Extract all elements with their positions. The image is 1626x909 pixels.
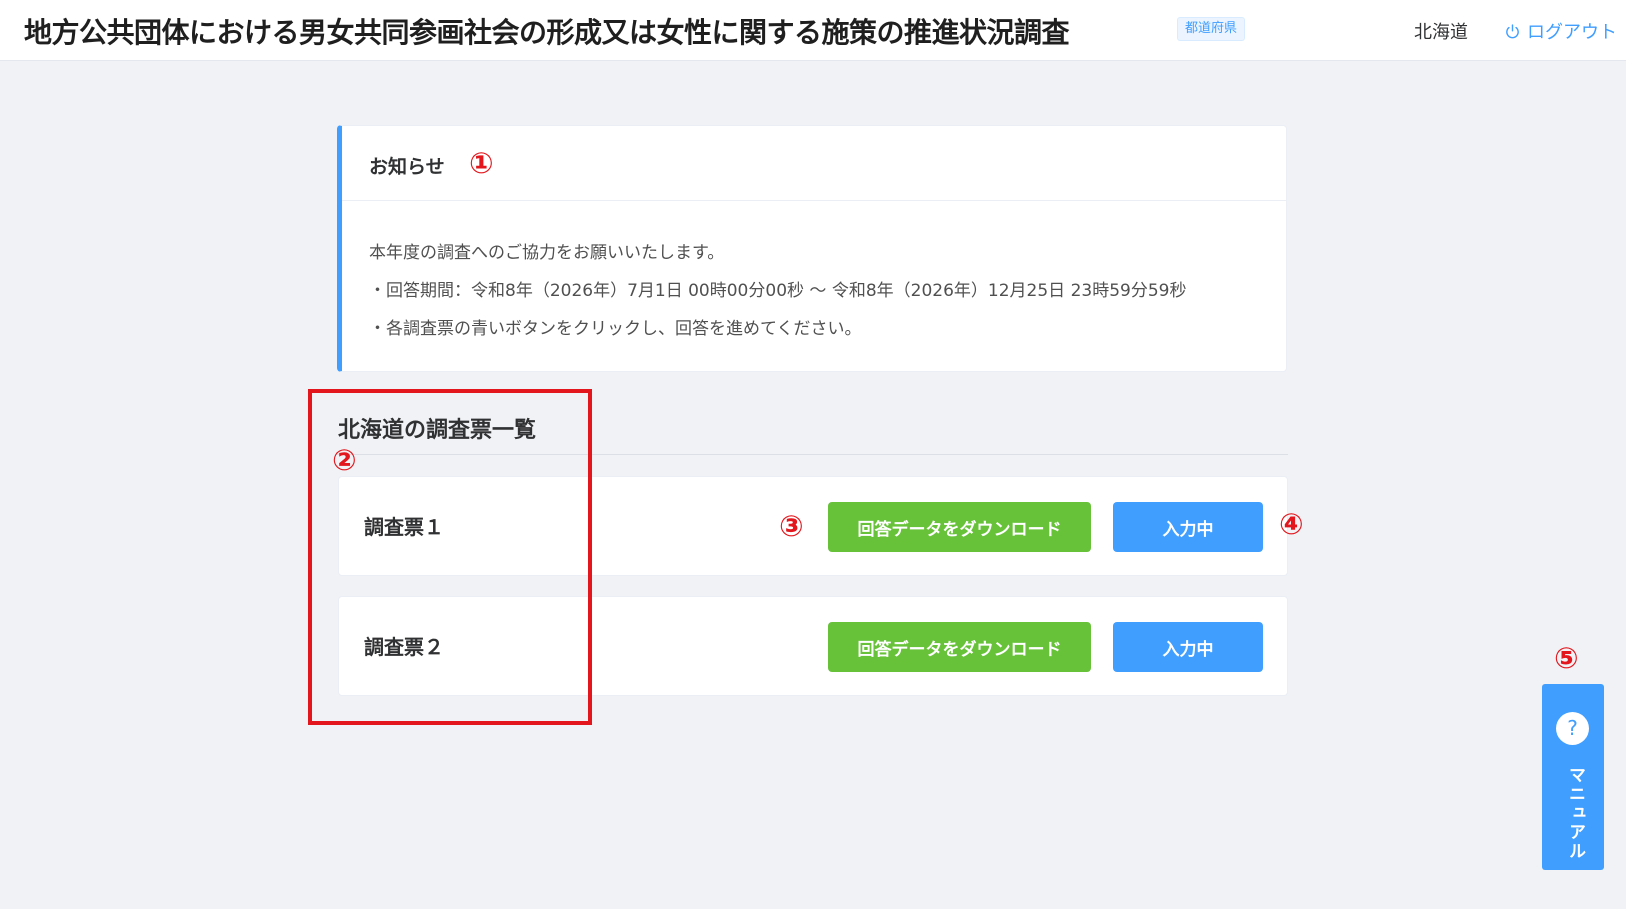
manual-tab[interactable]: ? マニュアル — [1542, 684, 1604, 870]
notice-line: 本年度の調査へのご協力をお願いいたします。 — [369, 243, 725, 263]
notice-title: お知らせ — [369, 156, 445, 178]
notice-line: ・回答期間：令和8年（2026年）7月1日 00時00分00秒 ～ 令和8年（2… — [369, 281, 1187, 301]
input-status-button[interactable]: 入力中 — [1113, 622, 1263, 672]
logout-button[interactable]: ログアウト — [1504, 18, 1617, 44]
notice-body: 本年度の調査へのご協力をお願いいたします。 ・回答期間：令和8年（2026年）7… — [342, 201, 1286, 348]
power-icon — [1506, 23, 1519, 38]
notice-line: ・各調査票の青いボタンをクリックし、回答を進めてください。 — [369, 319, 862, 339]
manual-label: マニュアル — [1565, 766, 1585, 861]
input-status-button[interactable]: 入力中 — [1113, 502, 1263, 552]
role-badge: 都道府県 — [1177, 17, 1246, 41]
app-title: 地方公共団体における男女共同参画社会の形成又は女性に関する施策の推進状況調査 — [24, 16, 1070, 49]
callout-3: ③ — [779, 509, 804, 543]
callout-1: ① — [469, 146, 494, 180]
callout-4: ④ — [1279, 507, 1304, 541]
callout-5: ⑤ — [1554, 641, 1579, 675]
user-name: 北海道 — [1414, 22, 1468, 43]
download-answer-button[interactable]: 回答データをダウンロード — [828, 502, 1091, 552]
logout-label: ログアウト — [1527, 22, 1617, 43]
top-header: 地方公共団体における男女共同参画社会の形成又は女性に関する施策の推進状況調査 都… — [0, 0, 1626, 61]
highlight-box — [308, 389, 592, 725]
download-answer-button[interactable]: 回答データをダウンロード — [828, 622, 1091, 672]
question-icon: ? — [1556, 712, 1589, 745]
